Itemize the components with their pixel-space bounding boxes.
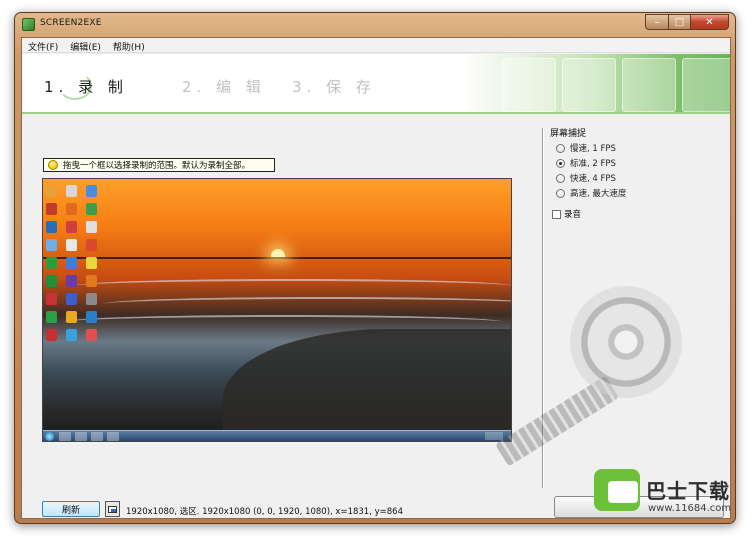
minimize-button[interactable]: – <box>645 14 669 30</box>
desktop-icon <box>46 293 57 305</box>
select-region-icon <box>108 505 117 513</box>
menu-help[interactable]: 帮助(H) <box>107 38 151 53</box>
step-header: 1. 录 制 2. 编 辑 3. 保 存 <box>22 54 730 114</box>
app-window: SCREEN2EXE – □ ✕ 文件(F) 编辑(E) 帮助(H) 1. 录 … <box>14 12 736 524</box>
step-save[interactable]: 3. 保 存 <box>292 76 376 97</box>
maximize-icon: □ <box>674 16 685 28</box>
fps-option-max[interactable]: 高速, 最大速度 <box>556 187 626 199</box>
desktop-icon <box>86 221 97 233</box>
menu-bar: 文件(F) 编辑(E) 帮助(H) <box>22 38 730 53</box>
desktop-icon <box>86 311 97 323</box>
title-bar[interactable]: SCREEN2EXE – □ ✕ <box>15 13 735 36</box>
desktop-icon <box>46 185 57 197</box>
preview-sun <box>271 249 285 257</box>
desktop-icon <box>46 311 57 323</box>
maximize-button[interactable]: □ <box>669 14 691 30</box>
fps-option-standard[interactable]: 标准, 2 FPS <box>556 157 616 169</box>
taskbar-item <box>91 432 103 441</box>
film-frame-decoration <box>502 58 556 112</box>
minimize-icon: – <box>654 16 660 28</box>
preview-shore <box>223 329 511 441</box>
desktop-icon <box>66 275 77 287</box>
hint-bar: 拖曳一个框以选择录制的范围。默认为录制全部。 <box>43 158 275 172</box>
app-icon <box>22 18 35 31</box>
lightbulb-icon <box>48 160 58 170</box>
preview-wave <box>63 315 503 329</box>
preview-wave <box>103 297 511 311</box>
close-button[interactable]: ✕ <box>691 14 729 30</box>
watermark-logo-icon <box>594 469 640 511</box>
desktop-icon <box>86 257 97 269</box>
watermark-brand: 巴士下载 <box>646 479 730 503</box>
fps-option-label: 快速, 4 FPS <box>570 174 616 184</box>
desktop-icon <box>86 185 97 197</box>
desktop-icon <box>66 185 77 197</box>
watermark: 巴士下载 www.11684.com <box>588 465 748 531</box>
radio-button[interactable] <box>556 143 565 153</box>
desktop-icon <box>46 239 57 251</box>
hint-text: 拖曳一个框以选择录制的范围。默认为录制全部。 <box>63 161 251 171</box>
taskbar-item <box>59 432 71 441</box>
desktop-preview[interactable] <box>42 178 512 442</box>
refresh-button[interactable]: 刷新 <box>42 501 100 517</box>
fps-option-slow[interactable]: 慢速, 1 FPS <box>556 142 616 154</box>
desktop-icon <box>86 203 97 215</box>
record-audio-checkbox[interactable] <box>552 209 561 219</box>
record-audio-option[interactable]: 录音 <box>552 208 581 220</box>
preview-horizon <box>43 257 511 259</box>
preview-taskbar <box>43 430 511 441</box>
film-reel-icon <box>554 270 698 414</box>
desktop-icons <box>46 185 101 341</box>
radio-button[interactable] <box>556 188 565 198</box>
step-record[interactable]: 1. 录 制 <box>44 76 128 97</box>
capture-group-title: 屏幕捕捉 <box>550 129 587 139</box>
desktop-icon <box>46 275 57 287</box>
desktop-icon <box>66 257 77 269</box>
taskbar-item <box>107 432 119 441</box>
desktop-icon <box>86 329 97 341</box>
desktop-icon <box>46 329 57 341</box>
desktop-icon <box>66 203 77 215</box>
taskbar-item <box>75 432 87 441</box>
desktop-icon <box>66 221 77 233</box>
close-icon: ✕ <box>705 16 714 28</box>
preview-wave <box>73 279 511 293</box>
step-edit[interactable]: 2. 编 辑 <box>182 76 266 97</box>
desktop-icon <box>66 293 77 305</box>
desktop-icon <box>86 239 97 251</box>
fps-option-label: 高速, 最大速度 <box>570 189 627 199</box>
taskbar-clock <box>485 432 503 440</box>
desktop-icon <box>66 311 77 323</box>
radio-button-selected[interactable] <box>556 158 565 168</box>
film-frame-decoration <box>622 58 676 112</box>
watermark-screen-icon <box>608 481 638 503</box>
fps-option-fast[interactable]: 快速, 4 FPS <box>556 172 616 184</box>
record-audio-label: 录音 <box>564 210 582 220</box>
desktop-icon <box>66 329 77 341</box>
client-area: 文件(F) 编辑(E) 帮助(H) 1. 录 制 2. 编 辑 3. 保 存 拖… <box>21 37 731 519</box>
window-title: SCREEN2EXE <box>40 18 102 28</box>
watermark-url: www.11684.com <box>648 503 732 514</box>
fps-option-label: 标准, 2 FPS <box>570 159 616 169</box>
film-frame-decoration <box>562 58 616 112</box>
radio-button[interactable] <box>556 173 565 183</box>
fps-option-label: 慢速, 1 FPS <box>570 144 616 154</box>
desktop-icon <box>66 239 77 251</box>
desktop-icon <box>46 257 57 269</box>
menu-file[interactable]: 文件(F) <box>22 38 64 53</box>
film-frame-decoration <box>682 58 730 112</box>
selection-status: 1920x1080, 选区. 1920x1080 (0, 0, 1920, 10… <box>126 507 403 517</box>
window-controls: – □ ✕ <box>645 14 729 30</box>
menu-edit[interactable]: 编辑(E) <box>64 38 107 53</box>
desktop-icon <box>86 293 97 305</box>
desktop-icon <box>46 221 57 233</box>
desktop-icon <box>86 275 97 287</box>
start-orb-icon <box>45 432 54 441</box>
desktop-icon <box>46 203 57 215</box>
select-region-button[interactable] <box>105 501 120 517</box>
